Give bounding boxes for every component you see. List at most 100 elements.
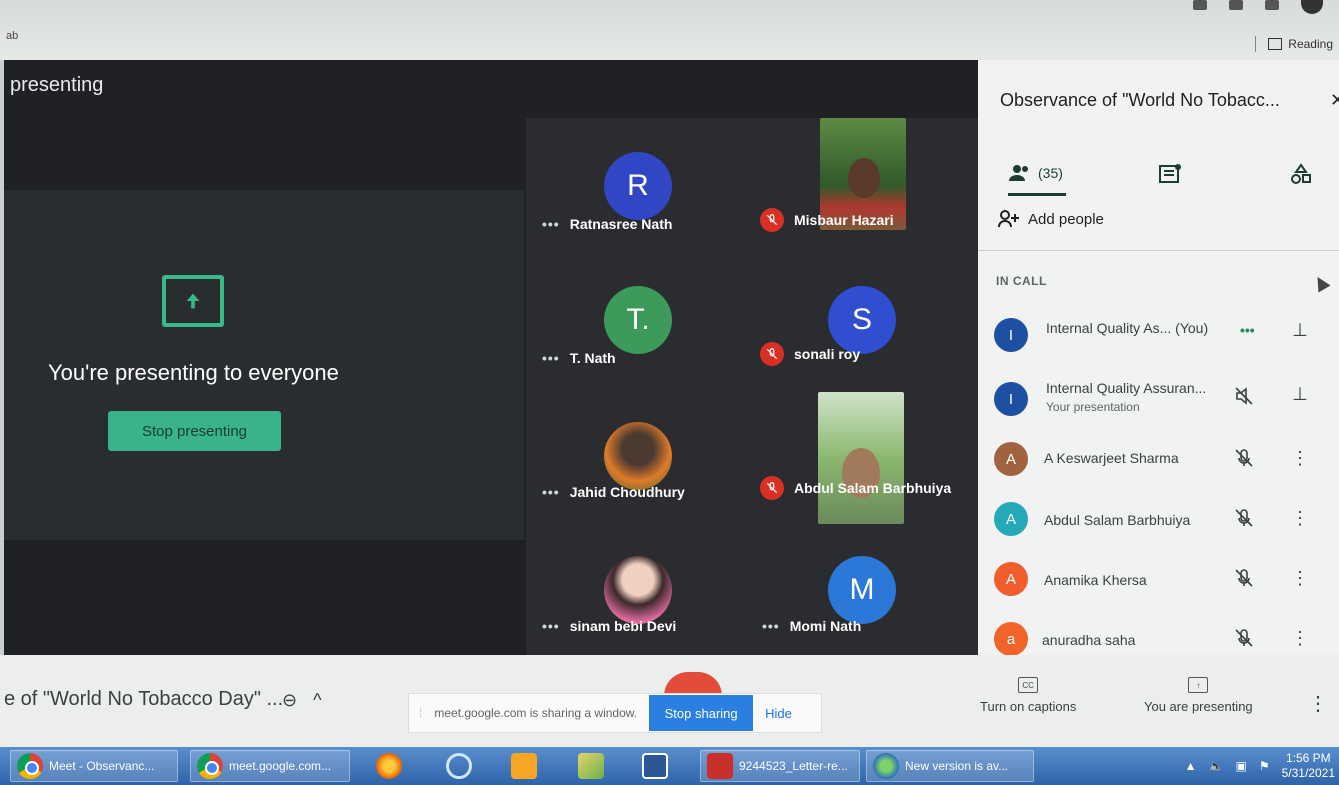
clock-date: 5/31/2021 (1281, 766, 1335, 780)
sharing-notification-bar: ⁞ meet.google.com is sharing a window. S… (408, 693, 822, 733)
more-options-icon[interactable]: ••• (542, 350, 560, 366)
search-button[interactable] (440, 750, 480, 782)
meet-stage: presenting You're presenting to everyone… (4, 60, 978, 655)
participant-name: Abdul Salam Barbhuiya (794, 480, 952, 496)
clock[interactable]: 1:56 PM 5/31/2021 (1282, 751, 1335, 781)
taskbar-item-label: Meet - Observanc... (49, 759, 155, 773)
avatar: A (994, 562, 1028, 596)
word-button[interactable] (636, 750, 676, 782)
participant-name-row: sonali roy (760, 342, 860, 366)
meeting-name[interactable]: e of "World No Tobacco Day" ... (4, 688, 283, 711)
participant-tile[interactable]: M ••• Momi Nath (752, 520, 967, 648)
volume-off-icon[interactable] (1234, 386, 1254, 406)
taskbar-item-meet[interactable]: Meet - Observanc... (10, 750, 178, 782)
media-player-button[interactable] (505, 750, 545, 782)
participant-tile[interactable]: Misbaur Hazari (752, 118, 967, 246)
extension-icon[interactable] (1265, 0, 1279, 10)
show-hidden-icons-icon[interactable]: ▲ (1185, 759, 1197, 773)
network-icon[interactable]: ▣ (1236, 759, 1247, 773)
add-people-label: Add people (1028, 210, 1104, 228)
avatar: R (604, 152, 672, 220)
participant-list-item[interactable]: I Internal Quality Assuran... Your prese… (978, 370, 1339, 426)
meeting-details-icons: ⊖ ^ (282, 690, 322, 711)
meet-controls-bar: e of "World No Tobacco Day" ... ⊖ ^ ⁞ me… (0, 655, 1339, 747)
more-options-icon[interactable]: ••• (762, 618, 780, 634)
tab-activities[interactable] (1290, 152, 1312, 196)
more-options-icon[interactable]: ⋮ (1308, 691, 1328, 716)
participant-name: Misbaur Hazari (794, 212, 894, 228)
avatar: T. (604, 286, 672, 354)
reading-list-button[interactable]: Reading (1255, 36, 1333, 52)
participant-list-item[interactable]: a anuradha saha ⋮ (978, 610, 1339, 656)
people-count: (35) (1038, 164, 1063, 181)
more-options-icon[interactable]: ⋮ (1290, 628, 1310, 650)
divider (978, 250, 1339, 251)
participant-tile[interactable]: Abdul Salam Barbhuiya (752, 386, 967, 524)
more-options-icon[interactable]: ⋮ (1290, 568, 1310, 590)
action-center-flag-icon[interactable]: ⚑ (1259, 759, 1270, 773)
presentation-panel: You're presenting to everyone Stop prese… (4, 190, 524, 540)
more-options-icon[interactable]: ••• (542, 484, 560, 500)
participant-list-item[interactable]: I Internal Quality As... (You) ••• ⊥ (978, 306, 1339, 362)
tab-chat[interactable] (1158, 152, 1182, 196)
minimize-icon[interactable] (1193, 0, 1207, 10)
participant-tile[interactable]: ••• Jahid Choudhury (526, 386, 741, 514)
mic-off-icon (1235, 449, 1253, 467)
participant-list-item[interactable]: A Anamika Khersa ⋮ (978, 550, 1339, 606)
pin-icon[interactable]: ⊥ (1290, 320, 1310, 342)
firefox-button[interactable] (370, 750, 410, 782)
chrome-icon (197, 753, 223, 779)
activities-icon (1291, 163, 1311, 184)
mic-off-icon (1235, 629, 1253, 647)
present-now-button[interactable]: ↑ You are presenting (1144, 677, 1253, 714)
avatar: M (828, 556, 896, 624)
more-options-icon[interactable]: ⋮ (1290, 448, 1310, 470)
volume-icon[interactable]: 🔈 (1209, 759, 1224, 773)
add-people-button[interactable]: Add people (998, 210, 1104, 228)
participant-name: Jahid Choudhury (569, 484, 685, 500)
reading-list-label: Reading (1288, 37, 1333, 51)
taskbar-item-label: 9244523_Letter-re... (739, 759, 848, 773)
more-options-icon[interactable]: ••• (542, 216, 560, 232)
taskbar-item-meet-share[interactable]: meet.google.com... (190, 750, 350, 782)
participant-list-item[interactable]: A Abdul Salam Barbhuiya ⋮ (978, 490, 1339, 546)
stop-sharing-button[interactable]: Stop sharing (649, 695, 754, 731)
pin-icon[interactable]: ⊥ (1290, 384, 1310, 406)
stop-presenting-button[interactable]: Stop presenting (108, 411, 281, 451)
participant-tile[interactable]: S sonali roy (752, 252, 967, 380)
panel-title: Observance of "World No Tobacc... (1000, 90, 1280, 110)
reading-list-icon (1268, 38, 1283, 50)
browser-tab[interactable]: ab (6, 30, 18, 42)
captions-button[interactable]: CC Turn on captions (980, 677, 1076, 714)
word-icon (642, 753, 668, 779)
close-icon[interactable]: ✕ (1330, 90, 1339, 111)
system-tray: ▲ 🔈 ▣ ⚑ 1:56 PM 5/31/2021 (1185, 751, 1335, 781)
taskbar-item-update[interactable]: New version is av... (866, 750, 1034, 782)
more-options-icon[interactable]: ••• (542, 618, 560, 634)
profile-icon[interactable] (1301, 0, 1323, 14)
attachment-icon[interactable]: ⊖ (282, 690, 297, 711)
tab-people[interactable]: (35) (1008, 152, 1066, 196)
people-icon (1009, 164, 1028, 181)
chevron-up-icon[interactable]: ^ (313, 690, 321, 711)
participant-list-item[interactable]: A A Keswarjeet Sharma ⋮ (978, 430, 1339, 486)
paint-button[interactable] (572, 750, 612, 782)
taskbar-item-pdf[interactable]: 9244523_Letter-re... (700, 750, 860, 782)
participant-tile[interactable]: ••• sinam bebi Devi (526, 520, 741, 648)
chrome-icon (17, 753, 43, 779)
more-options-icon[interactable]: ⋮ (1290, 508, 1310, 530)
participant-list-name: Abdul Salam Barbhuiya (1044, 512, 1191, 528)
presenting-status-label: You are presenting (1144, 699, 1253, 714)
hide-button[interactable]: Hide (765, 706, 792, 721)
windows-taskbar: Meet - Observanc... meet.google.com... 9… (0, 747, 1339, 785)
participant-video (818, 392, 904, 524)
drag-handle-icon[interactable]: ⁞ (419, 706, 422, 720)
avatar: I (994, 318, 1028, 352)
participant-tile[interactable]: R ••• Ratnasree Nath (526, 118, 741, 246)
panel-tabs: (35) (978, 152, 1339, 196)
participant-tile[interactable]: T. ••• T. Nath (526, 252, 741, 380)
pdf-icon (707, 753, 733, 779)
mouse-cursor-icon (1311, 273, 1331, 293)
bookmark-icon[interactable] (1229, 0, 1243, 10)
paint-icon (578, 753, 604, 779)
